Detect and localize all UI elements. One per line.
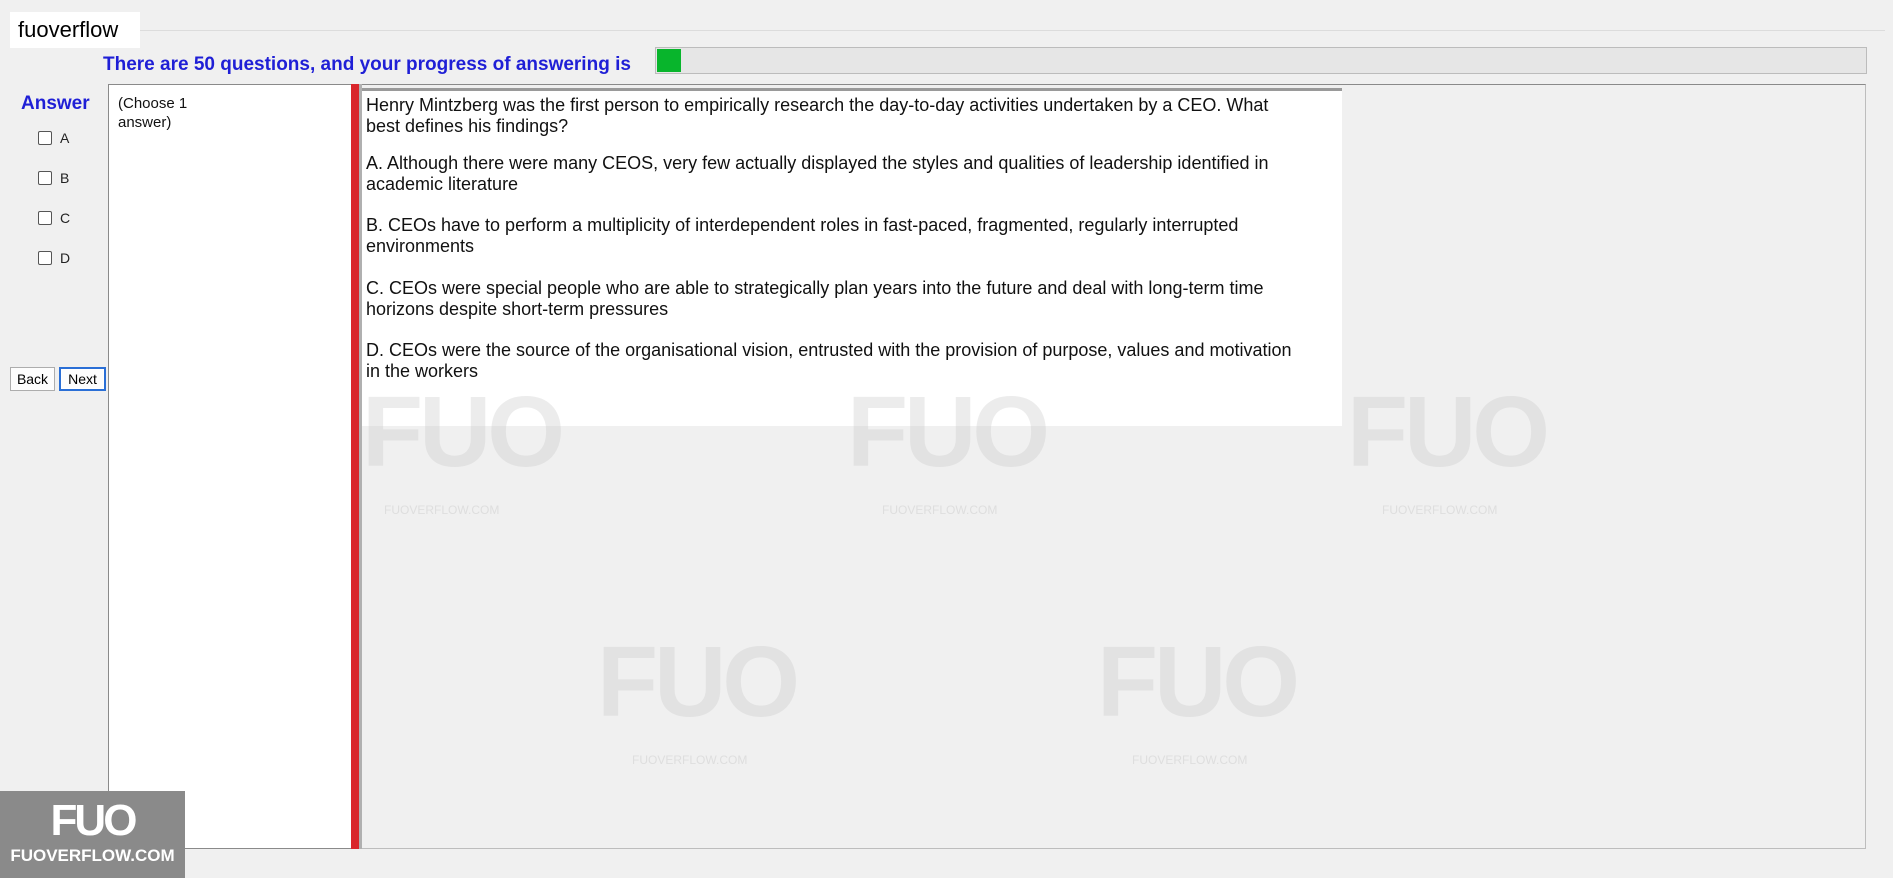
next-button[interactable]: Next [59,367,106,391]
answer-text-c: C. CEOs were special people who are able… [366,278,1264,319]
question-text: Henry Mintzberg was the first person to … [366,95,1269,136]
option-a-label: A [60,130,70,146]
progress-label: There are 50 questions, and your progres… [103,54,631,75]
back-button[interactable]: Back [10,367,55,391]
watermark-logo: FUO [1347,376,1550,488]
answer-heading: Answer [21,93,90,114]
question-area: Henry Mintzberg was the first person to … [362,84,1866,849]
watermark-site: FUOVERFLOW.COM [1382,503,1498,517]
answer-text-b: B. CEOs have to perform a multiplicity o… [366,215,1239,256]
progress-bar-fill [657,49,682,72]
option-d[interactable]: D [38,248,70,268]
hint-panel: (Choose 1 answer) [108,84,351,849]
logo-mark: FUO [50,796,138,845]
watermark-site: FUOVERFLOW.COM [1132,753,1248,767]
logo-site-text: FUOVERFLOW.COM [10,846,175,865]
watermark-logo: FUO [597,626,800,738]
option-c[interactable]: C [38,208,70,228]
checkbox-d[interactable] [38,251,52,265]
question-panel: Henry Mintzberg was the first person to … [362,88,1342,426]
progress-bar [655,47,1867,74]
watermark-logo: FUO [1097,626,1300,738]
option-d-label: D [60,250,71,266]
answer-text-d: D. CEOs were the source of the organisat… [366,340,1292,381]
watermark-site: FUOVERFLOW.COM [384,503,500,517]
checkbox-a[interactable] [38,131,52,145]
checkbox-c[interactable] [38,211,52,225]
watermark-site: FUOVERFLOW.COM [882,503,998,517]
window-title: fuoverflow [10,12,140,48]
option-c-label: C [60,210,71,226]
title-divider [140,30,1885,31]
app-window: fuoverflow There are 50 questions, and y… [0,0,1893,878]
option-a[interactable]: A [38,128,69,148]
answer-text-a: A. Although there were many CEOS, very f… [366,153,1269,194]
option-b[interactable]: B [38,168,69,188]
fuoverflow-logo: FUO FUOVERFLOW.COM [0,791,185,878]
watermark-site: FUOVERFLOW.COM [632,753,748,767]
splitter-red[interactable] [351,84,359,849]
option-b-label: B [60,170,70,186]
checkbox-b[interactable] [38,171,52,185]
choose-hint: (Choose 1 answer) [118,95,188,131]
